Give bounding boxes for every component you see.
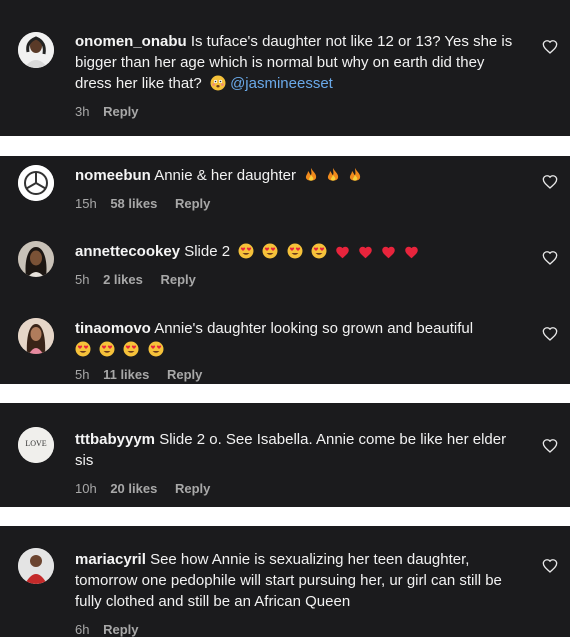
red-heart-emoji-icon [404,244,419,265]
heart-eyes-emoji-icon [238,243,254,265]
comment-body: Annie & her daughter [154,167,296,184]
red-heart-emoji-icon [335,244,350,265]
heart-eyes-emoji-icon [311,243,327,265]
comment-panel-3: LOVE tttbabyyym Slide 2 o. See Isabella.… [0,403,570,507]
comment-meta: 5h 11 likes Reply [75,367,216,382]
avatar[interactable] [18,318,54,354]
red-heart-emoji-icon [358,244,373,265]
comment-username[interactable]: mariacyril [75,551,146,568]
comment-text: onomen_onabu Is tuface's daughter not li… [75,31,515,97]
comment-text: nomeebun Annie & her daughter [75,165,515,189]
comment-meta: 6h Reply [75,622,153,637]
flushed-face-emoji-icon [210,75,226,97]
comment-time: 5h [75,272,90,287]
like-heart-icon[interactable] [542,438,558,454]
comment-panel-2: nomeebun Annie & her daughter 15h 58 lik… [0,156,570,384]
comment-username[interactable]: onomen_onabu [75,33,187,50]
likes-count[interactable]: 20 likes [110,481,157,496]
reply-button[interactable]: Reply [175,481,210,496]
comment-text: tttbabyyym Slide 2 o. See Isabella. Anni… [75,429,515,471]
comment-body: Annie's daughter looking so grown and be… [154,320,474,337]
fire-emoji-icon [304,167,318,189]
like-heart-icon[interactable] [542,250,558,266]
comment-meta: 3h Reply [75,104,153,119]
avatar[interactable] [18,241,54,277]
comment-username[interactable]: tttbabyyym [75,431,155,448]
reply-button[interactable]: Reply [175,196,210,211]
comment-time: 10h [75,481,97,496]
likes-count[interactable]: 2 likes [103,272,143,287]
likes-count[interactable]: 58 likes [110,196,157,211]
comment-body: Slide 2 [184,243,231,260]
comment-meta: 15h 58 likes Reply [75,196,224,211]
like-heart-icon[interactable] [542,326,558,342]
fire-emoji-icon [348,167,362,189]
comment-text: annettecookey Slide 2 [75,241,515,265]
reply-button[interactable]: Reply [167,367,202,382]
comment-panel-4: mariacyril See how Annie is sexualizing … [0,526,570,637]
comment-time: 15h [75,196,97,211]
comment-username[interactable]: nomeebun [75,167,151,184]
comment-time: 3h [75,104,90,119]
comment-meta: 10h 20 likes Reply [75,481,224,496]
comment-time: 5h [75,367,90,382]
fire-emoji-icon [326,167,340,189]
like-heart-icon[interactable] [542,174,558,190]
reply-button[interactable]: Reply [160,272,195,287]
like-heart-icon[interactable] [542,558,558,574]
comment-text: mariacyril See how Annie is sexualizing … [75,549,515,612]
avatar[interactable] [18,165,54,201]
heart-eyes-emoji-icon [262,243,278,265]
comment-username[interactable]: annettecookey [75,243,180,260]
reply-button[interactable]: Reply [103,622,138,637]
comment-username[interactable]: tinaomovo [75,320,151,337]
comment-text: tinaomovo Annie's daughter looking so gr… [75,318,515,363]
avatar[interactable]: LOVE [18,427,54,463]
avatar[interactable] [18,548,54,584]
like-heart-icon[interactable] [542,39,558,55]
comment-panel-1: onomen_onabu Is tuface's daughter not li… [0,0,570,136]
red-heart-emoji-icon [381,244,396,265]
avatar[interactable] [18,32,54,68]
comment-meta: 5h 2 likes Reply [75,272,210,287]
avatar-text: LOVE [25,439,46,448]
likes-count[interactable]: 11 likes [103,367,149,382]
heart-eyes-emoji-icon [123,341,139,363]
mention-link[interactable]: @jasmineesset [230,75,333,92]
comment-time: 6h [75,622,90,637]
reply-button[interactable]: Reply [103,104,138,119]
heart-eyes-emoji-icon [287,243,303,265]
heart-eyes-emoji-icon [75,341,91,363]
heart-eyes-emoji-icon [99,341,115,363]
heart-eyes-emoji-icon [148,341,164,363]
